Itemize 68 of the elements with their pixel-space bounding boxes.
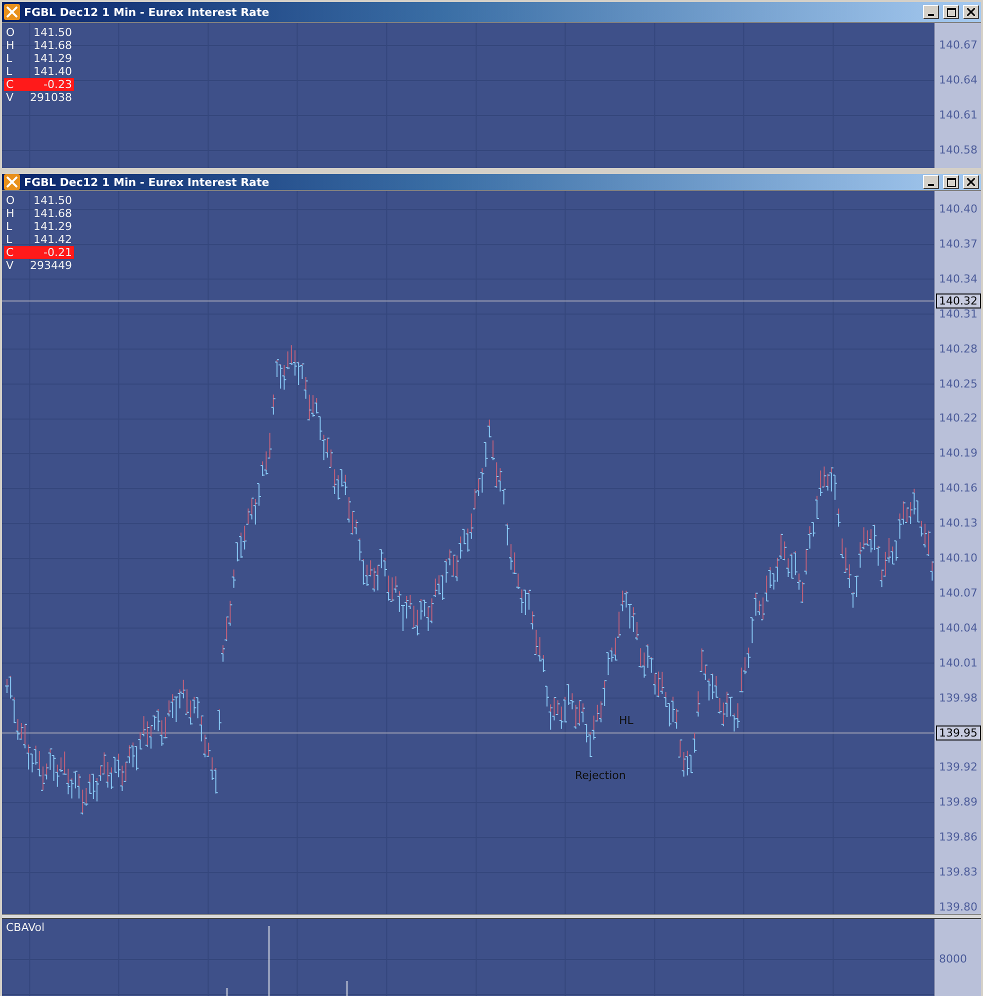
maximize-icon [946, 178, 956, 186]
axis-label: 140.25 [939, 377, 978, 390]
legend-value: 141.50 [34, 194, 72, 207]
axis-label: 140.40 [939, 202, 978, 216]
axis-label: 139.80 [939, 900, 978, 914]
maximize-icon [946, 8, 956, 16]
price-marker: 140.32 [936, 294, 980, 308]
legend-value: 141.29 [34, 220, 72, 233]
maximize-button[interactable] [943, 5, 959, 19]
legend-value: 141.29 [34, 52, 72, 65]
minimize-button[interactable] [923, 175, 939, 189]
axis-label: 140.07 [939, 586, 978, 600]
legend-value: 141.40 [34, 65, 72, 78]
legend-label: O [6, 194, 15, 207]
axis-label: 140.61 [939, 108, 978, 122]
axis-label: 140.04 [939, 621, 978, 634]
close-button[interactable] [963, 5, 979, 19]
legend-label: L [6, 220, 12, 233]
chart-annotation: Rejection [575, 769, 626, 782]
legend-label: C [6, 78, 14, 91]
legend-label: L [6, 65, 12, 78]
close-button[interactable] [963, 175, 979, 189]
axis-label: 140.37 [939, 237, 978, 250]
axis-label: 140.16 [939, 482, 978, 495]
legend-label: H [6, 207, 14, 220]
legend-label: L [6, 233, 12, 246]
axis-label: 139.83 [939, 866, 978, 879]
axis-label: 140.13 [939, 516, 978, 530]
legend-label: C [6, 246, 14, 259]
legend-value: 141.42 [34, 233, 72, 246]
axis-label: 140.10 [939, 552, 978, 564]
window-title: FGBL Dec12 1 Min - Eurex Interest Rate [24, 6, 270, 18]
axis-label: 140.22 [939, 412, 978, 425]
legend-label: L [6, 52, 12, 65]
app-icon [4, 174, 20, 190]
legend-label: H [6, 39, 14, 52]
legend-value: -0.23 [44, 78, 72, 91]
close-icon [967, 8, 975, 16]
minimize-button[interactable] [923, 5, 939, 19]
axis-label: 140.01 [939, 656, 978, 670]
axis-label: 140.31 [939, 307, 978, 320]
axis-label: 139.89 [939, 796, 978, 809]
legend-label: V [6, 91, 14, 104]
axis-label: 140.58 [939, 144, 978, 156]
axis-label: 139.92 [939, 760, 978, 774]
maximize-button[interactable] [943, 175, 959, 189]
axis-label: 140.28 [939, 342, 978, 356]
axis-label: 140.19 [939, 446, 978, 460]
close-icon [967, 178, 975, 186]
axis-label: 140.64 [939, 74, 978, 86]
indicator-title: CBAVol [6, 921, 45, 934]
legend-value: 141.68 [34, 39, 72, 52]
app-icon [4, 4, 20, 20]
price-marker: 139.95 [936, 726, 980, 740]
chart-annotation: HL [619, 714, 634, 727]
axis-label: 139.98 [939, 691, 978, 704]
axis-label: 140.34 [939, 272, 978, 286]
axis-label: 140.67 [939, 38, 978, 52]
legend-value: 293449 [30, 259, 72, 272]
window-title: FGBL Dec12 1 Min - Eurex Interest Rate [24, 176, 270, 188]
axis-label: 139.86 [939, 830, 978, 844]
legend-value: 141.68 [34, 207, 72, 220]
legend-label: O [6, 26, 15, 39]
legend-value: 291038 [30, 91, 72, 104]
legend-value: -0.21 [44, 246, 72, 259]
legend-label: V [6, 259, 14, 272]
axis-label: 8000 [939, 952, 967, 966]
legend-value: 141.50 [34, 26, 72, 39]
